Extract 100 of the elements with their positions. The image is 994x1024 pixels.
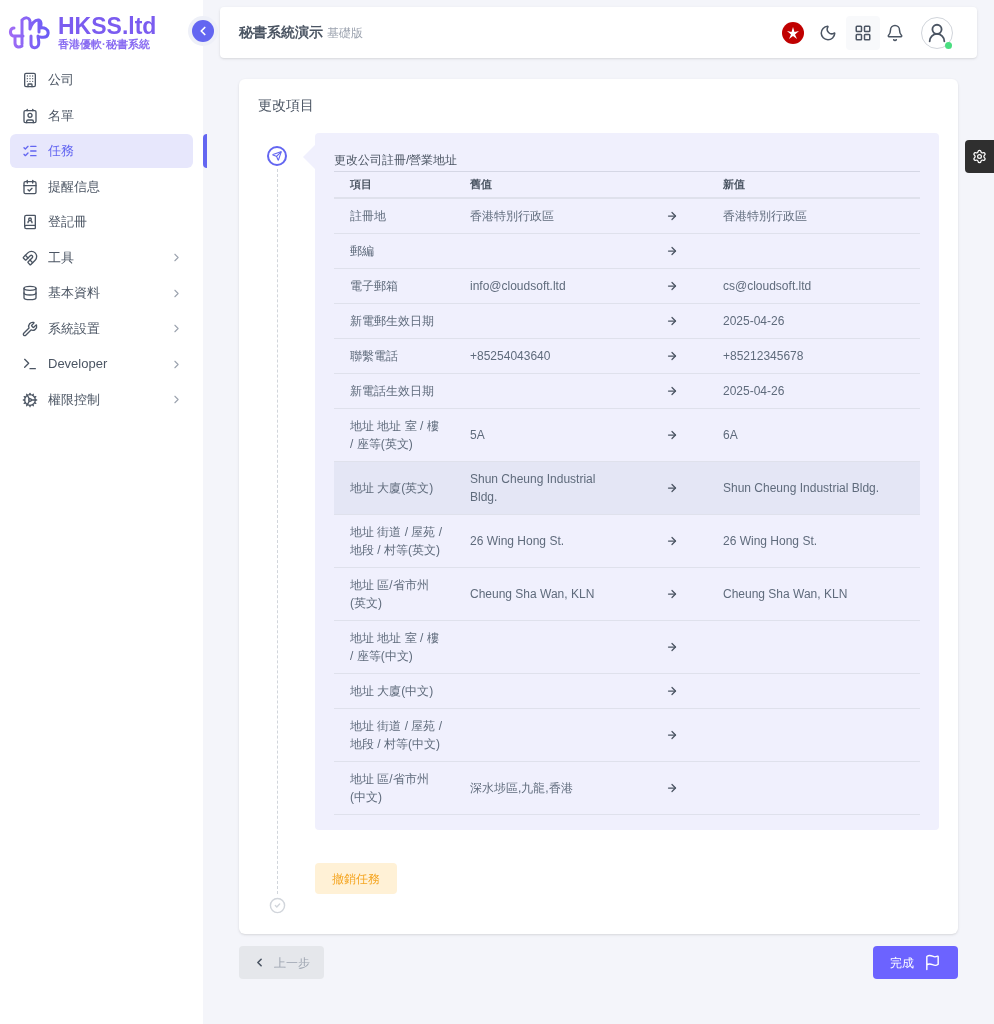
sidebar-item[interactable]: 公司: [10, 63, 193, 97]
sidebar-item[interactable]: Developer: [10, 347, 193, 381]
table-cell: 郵編: [350, 244, 374, 258]
table-row[interactable]: 註冊地 香港特別行政區 香港特別行政區: [334, 199, 920, 234]
arrow-right-icon: [666, 385, 678, 397]
table-cell: Shun Cheung Industrial Bldg.: [723, 481, 880, 495]
sidebar-item[interactable]: 工具: [10, 240, 193, 275]
app-title: 秘書系統演示: [239, 23, 323, 42]
arrow-right-icon: [666, 588, 678, 600]
table-cell: 新電郵生效日期: [350, 314, 434, 328]
column-header: 舊值: [469, 177, 493, 193]
table-cell: Cheung Sha Wan, KLN: [723, 587, 848, 601]
contact-card-icon: [22, 107, 38, 124]
table-row[interactable]: 電子郵箱 info@cloudsoft.ltd cs@cloudsoft.ltd: [334, 269, 920, 304]
table-cell: 6A: [723, 428, 738, 442]
table-row[interactable]: 新電郵生效日期 2025-04-26: [334, 304, 920, 339]
dark-mode-icon[interactable]: [819, 23, 837, 42]
table-cell: 註冊地: [350, 209, 386, 223]
table-cell: 地址 地址 室 / 樓 / 座等(英文): [350, 419, 439, 451]
table-cell: 新電話生效日期: [350, 384, 434, 398]
table-cell: 2025-04-26: [723, 384, 785, 398]
sidebar-item[interactable]: 任務: [10, 134, 193, 168]
table-cell: Cheung Sha Wan, KLN: [470, 587, 595, 601]
table-cell: +85212345678: [723, 349, 804, 363]
arrow-right-icon: [666, 210, 678, 222]
active-indicator: [203, 134, 207, 168]
settings-icon: [972, 149, 987, 164]
finish-button[interactable]: 完成: [873, 946, 958, 979]
magnet-icon: [22, 249, 38, 266]
sidebar-item[interactable]: 權限控制: [10, 382, 193, 417]
table-row[interactable]: 聯繫電話 +85254043640 +85212345678: [334, 339, 920, 374]
arrow-right-icon: [666, 729, 678, 741]
arrow-right-icon: [666, 429, 678, 441]
sidebar-item[interactable]: 提醒信息: [10, 169, 193, 204]
table-row[interactable]: 地址 街道 / 屋苑 / 地段 / 村等(英文) 26 Wing Hong St. 26 Wing Hong St.: [334, 515, 920, 568]
arrow-right-icon: [666, 641, 678, 653]
sidebar-item[interactable]: 基本資料: [10, 276, 193, 310]
arrow-right-icon: [666, 782, 678, 794]
table-row[interactable]: 地址 區/省市州 (中文) 深水埗區,九龍,香港: [334, 762, 920, 815]
flag-icon[interactable]: [782, 21, 804, 44]
wrench-icon: [22, 320, 38, 337]
arrow-right-icon: [666, 535, 678, 547]
table-cell: 深水埗區,九龍,香港: [470, 781, 573, 795]
send-step-icon: [267, 146, 287, 166]
table-cell: 地址 大廈(中文): [350, 684, 434, 698]
brand-name: HKSS.ltd: [58, 14, 157, 38]
table-cell: 26 Wing Hong St.: [470, 534, 565, 548]
database-icon: [22, 285, 38, 301]
arrow-right-icon: [666, 685, 678, 697]
table-cell: 地址 大廈(英文): [350, 481, 434, 495]
arrow-right-icon: [666, 315, 678, 327]
settings-tab[interactable]: [965, 140, 994, 173]
edition-label: 基礎版: [327, 24, 363, 42]
table-row[interactable]: 地址 區/省市州 (英文) Cheung Sha Wan, KLN Cheung Sha Wan, KLN: [334, 568, 920, 621]
book-icon: [22, 214, 38, 230]
sidebar-item[interactable]: 系統設置: [10, 311, 193, 346]
table-cell: 地址 街道 / 屋苑 / 地段 / 村等(中文): [350, 719, 442, 751]
apps-button[interactable]: [846, 15, 880, 50]
sidebar-item[interactable]: 登記冊: [10, 205, 193, 239]
card-title: 更改項目: [258, 96, 315, 115]
table-cell: 5A: [470, 428, 485, 442]
table-cell: 電子郵箱: [350, 279, 398, 293]
user-avatar[interactable]: [921, 16, 953, 49]
table-cell: 26 Wing Hong St.: [723, 534, 818, 548]
check-step-icon: [268, 897, 286, 914]
table-cell: 香港特別行政區: [723, 209, 807, 223]
step-title: 更改公司註冊/營業地址: [334, 153, 458, 167]
brand-tagline: 香港優軟·秘書系統: [58, 38, 151, 51]
calendar-check-icon: [22, 178, 38, 195]
table-cell: 聯繫電話: [350, 349, 398, 363]
building-icon: [22, 72, 38, 88]
checklist-icon: [22, 143, 38, 159]
table-row[interactable]: 地址 街道 / 屋苑 / 地段 / 村等(中文): [334, 709, 920, 762]
arrow-right-icon: [666, 280, 678, 292]
arrow-right-icon: [666, 350, 678, 362]
table-cell: 地址 區/省市州 (英文): [350, 578, 429, 610]
table-row[interactable]: 地址 大廈(中文): [334, 674, 920, 709]
flag-outline-icon: [924, 954, 941, 971]
grid-icon: [854, 23, 872, 42]
table-cell: Shun Cheung Industrial Bldg.: [470, 472, 596, 504]
table-cell: 2025-04-26: [723, 314, 785, 328]
user-icon: [926, 21, 948, 44]
table-cell: 地址 區/省市州 (中文): [350, 772, 429, 804]
table-row[interactable]: 郵編: [334, 234, 920, 269]
arrow-right-icon: [666, 482, 678, 494]
gears-icon: [22, 391, 38, 408]
arrow-right-icon: [666, 245, 678, 257]
table-row[interactable]: 新電話生效日期 2025-04-26: [334, 374, 920, 409]
bell-icon[interactable]: [886, 23, 904, 42]
column-header: 新值: [722, 177, 745, 193]
table-row[interactable]: 地址 地址 室 / 樓 / 座等(中文): [334, 621, 920, 674]
table-cell: 地址 地址 室 / 樓 / 座等(中文): [350, 631, 439, 663]
table-cell: info@cloudsoft.ltd: [470, 279, 566, 293]
table-row[interactable]: 地址 大廈(英文) Shun Cheung Industrial Bldg. Shun Cheung Industrial Bldg.: [334, 462, 920, 515]
table-cell: 地址 街道 / 屋苑 / 地段 / 村等(英文): [350, 525, 442, 557]
terminal-icon: [22, 356, 38, 372]
table-cell: +85254043640: [470, 349, 551, 363]
sidebar-item[interactable]: 名單: [10, 98, 193, 133]
column-header: 項目: [349, 177, 373, 193]
collapse-button[interactable]: [192, 20, 214, 42]
